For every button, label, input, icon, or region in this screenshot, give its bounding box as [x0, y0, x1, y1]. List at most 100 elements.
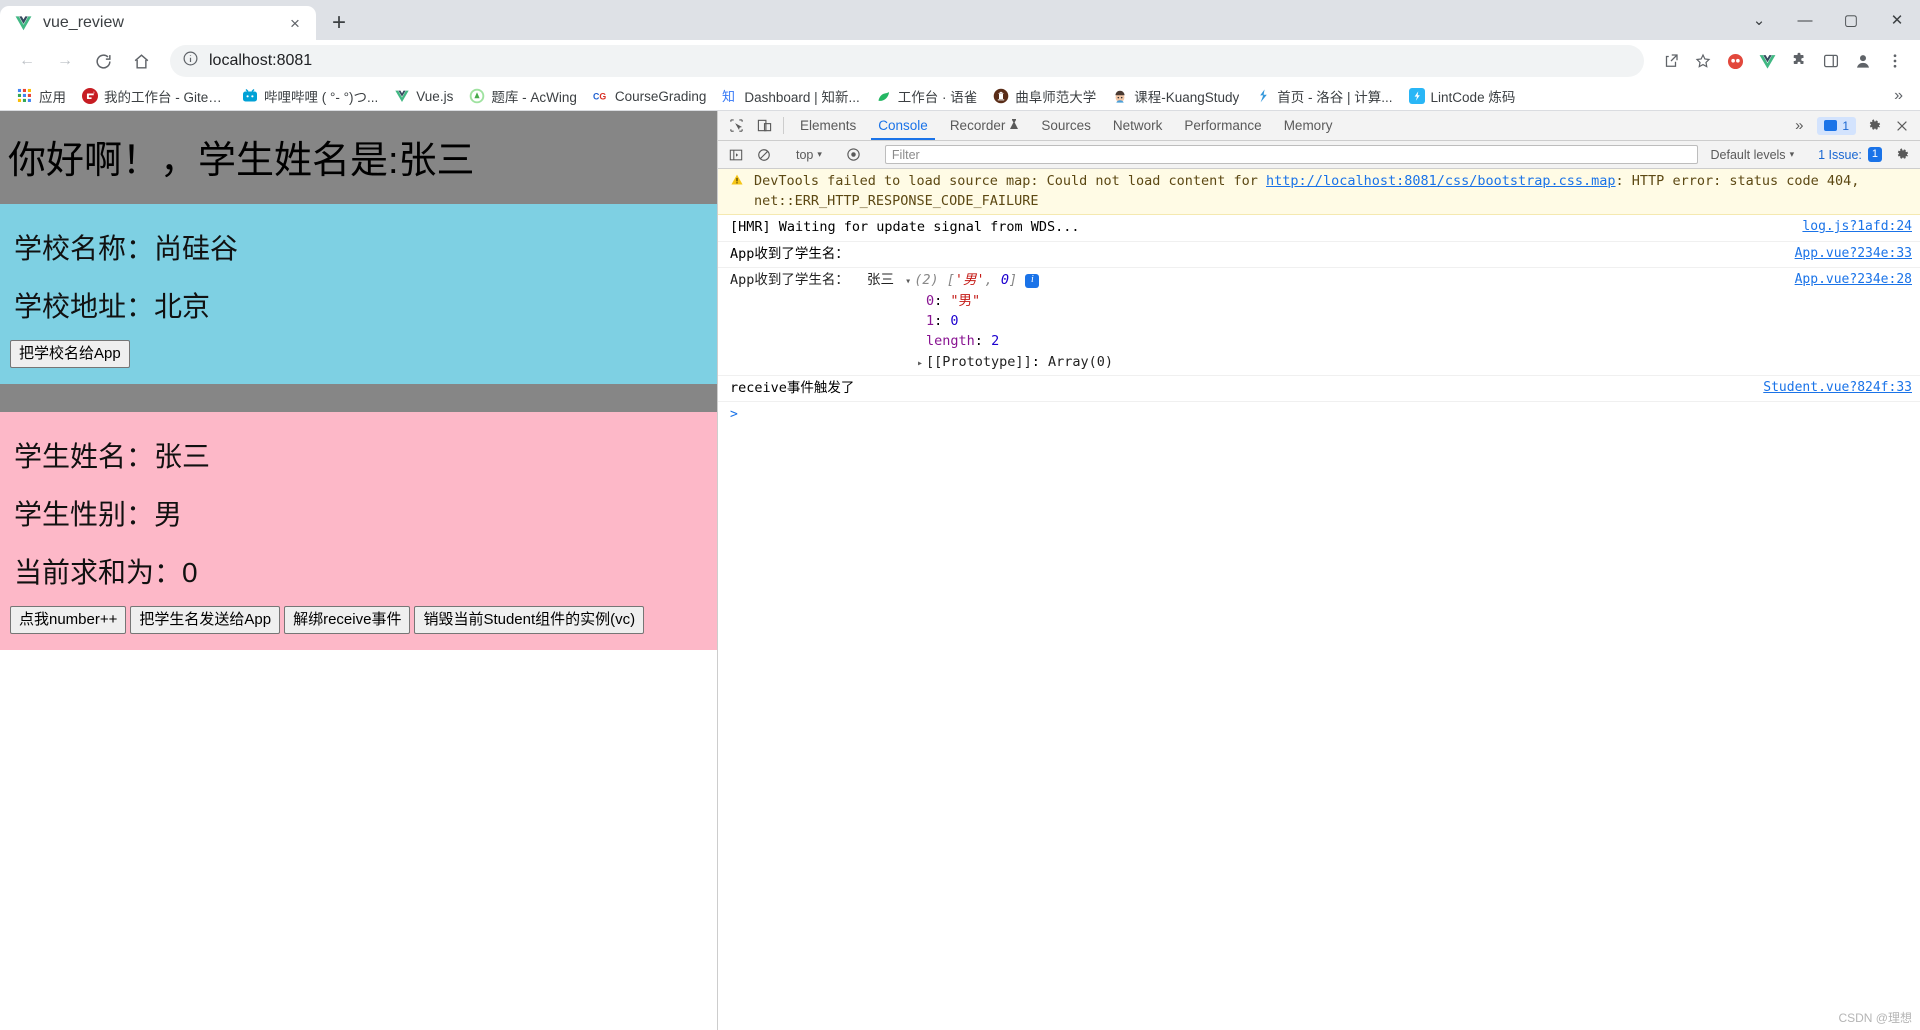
bookmark-apps[interactable]: 应用	[9, 83, 74, 109]
array-properties: 0: "男" 1: 0 length: 2 ▸ [[Prototype]]: Ar…	[730, 291, 1781, 372]
bookmark-dashboard[interactable]: 知 Dashboard | 知新...	[714, 83, 867, 109]
send-student-name-button[interactable]: 把学生名发送给App	[130, 606, 281, 634]
forward-icon[interactable]: →	[48, 44, 82, 78]
execution-context-selector[interactable]: top ▾	[789, 148, 829, 162]
tab-sources[interactable]: Sources	[1030, 111, 1102, 140]
card-divider	[0, 384, 717, 412]
info-badge-icon[interactable]: i	[1025, 273, 1040, 288]
close-icon[interactable]	[1888, 119, 1916, 133]
send-school-name-button[interactable]: 把学校名给App	[10, 340, 130, 368]
vue-devtools-icon[interactable]	[1752, 46, 1782, 76]
messages-count-chip[interactable]: 1	[1817, 116, 1856, 135]
bookmark-lintcode[interactable]: LintCode 炼码	[1401, 83, 1524, 109]
back-icon[interactable]: ←	[10, 44, 44, 78]
url-text[interactable]: localhost:8081	[209, 52, 312, 70]
array-count: (2)	[914, 272, 939, 289]
extensions-icon[interactable]	[1784, 46, 1814, 76]
bookmarks-overflow-button[interactable]: »	[1886, 87, 1911, 105]
increment-number-button[interactable]: 点我number++	[10, 606, 127, 634]
expand-caret-icon[interactable]: ▸	[917, 356, 923, 371]
log-source-link[interactable]: Student.vue?824f:33	[1763, 379, 1912, 398]
unbind-receive-event-button[interactable]: 解绑receive事件	[284, 606, 411, 634]
reload-icon[interactable]	[86, 44, 120, 78]
device-toolbar-icon[interactable]	[750, 111, 778, 140]
destroy-student-component-button[interactable]: 销毁当前Student组件的实例(vc)	[414, 606, 645, 634]
browser-tab[interactable]: vue_review ×	[0, 6, 316, 40]
log-levels-selector[interactable]: Default levels ▾	[1704, 148, 1802, 162]
web-page: 你好啊！，学生姓名是:张三 学校名称：尚硅谷 学校地址：北京 把学校名给App …	[0, 111, 717, 1030]
array-property: length: 2	[926, 331, 1781, 351]
more-tabs-icon[interactable]: »	[1785, 117, 1813, 134]
gear-icon[interactable]	[1860, 118, 1888, 133]
prop-key: 1	[926, 313, 935, 330]
bookmark-coursegrading[interactable]: C G CourseGrading	[585, 85, 715, 107]
expand-caret-icon[interactable]: ▾	[905, 275, 911, 290]
array-preview-item-0: '男'	[954, 272, 985, 289]
window-close-button[interactable]: ✕	[1874, 0, 1920, 40]
maximize-button[interactable]: ▢	[1828, 0, 1874, 40]
info-circle-icon[interactable]	[182, 50, 199, 72]
home-icon[interactable]	[124, 44, 158, 78]
tab-search-icon[interactable]: ⌄	[1736, 0, 1782, 40]
object-log-value: 张三	[867, 272, 895, 289]
tab-memory[interactable]: Memory	[1273, 111, 1344, 140]
adblock-icon[interactable]	[1720, 46, 1750, 76]
new-tab-button[interactable]: +	[322, 6, 356, 40]
address-bar[interactable]: localhost:8081	[170, 45, 1644, 77]
tab-performance[interactable]: Performance	[1173, 111, 1272, 140]
bookmark-gitee[interactable]: 我的工作台 - Gitee...	[74, 83, 234, 109]
devtools-tab-bar: Elements Console Recorder Sources Networ…	[718, 111, 1920, 141]
school-button-row: 把学校名给App	[10, 340, 707, 368]
profile-icon[interactable]	[1848, 46, 1878, 76]
bookmark-luogu[interactable]: 首页 - 洛谷 | 计算...	[1247, 83, 1400, 109]
console-prompt[interactable]: >	[718, 402, 1920, 427]
filter-input[interactable]	[884, 145, 1698, 164]
console-message-object[interactable]: App收到了学生名： 张三 ▾ (2) ['男', 0] i 0: "男" 1: …	[718, 268, 1920, 376]
lintcode-icon	[1408, 88, 1425, 104]
tab-label: Performance	[1184, 118, 1262, 133]
array-preview-open: [	[946, 272, 955, 289]
bookmark-label: 我的工作台 - Gitee...	[104, 90, 226, 105]
minimize-button[interactable]: —	[1782, 0, 1828, 40]
console-sidebar-icon[interactable]	[722, 148, 750, 162]
tab-label: Sources	[1041, 118, 1091, 133]
student-name-row: 学生姓名：张三	[14, 441, 211, 472]
bookmark-qfnu[interactable]: 曲阜师范大学	[985, 83, 1104, 109]
console-message-log[interactable]: [HMR] Waiting for update signal from WDS…	[718, 215, 1920, 242]
console-message-log[interactable]: receive事件触发了 Student.vue?824f:33	[718, 376, 1920, 403]
array-preview-comma: ,	[984, 272, 1001, 289]
more-icon[interactable]	[1880, 46, 1910, 76]
warning-text: DevTools failed to load source map: Coul…	[754, 172, 1912, 211]
bookmark-bilibili[interactable]: 哔哩哔哩 ( °- °)つ...	[234, 83, 386, 109]
share-icon[interactable]	[1656, 46, 1686, 76]
live-expression-eye-icon[interactable]	[840, 147, 868, 162]
console-messages[interactable]: DevTools failed to load source map: Coul…	[718, 169, 1920, 1030]
array-property: 1: 0	[926, 311, 1781, 331]
close-icon[interactable]: ×	[284, 12, 306, 34]
prop-sep: :	[934, 292, 943, 309]
tab-elements[interactable]: Elements	[789, 111, 867, 140]
bookmark-vuejs[interactable]: Vue.js	[386, 85, 461, 107]
log-source-link[interactable]: App.vue?234e:28	[1795, 271, 1912, 290]
tab-network[interactable]: Network	[1102, 111, 1174, 140]
log-source-link[interactable]: App.vue?234e:33	[1795, 245, 1912, 264]
bookmark-kuangstudy[interactable]: 课程-KuangStudy	[1104, 83, 1247, 109]
qfnu-icon	[993, 88, 1009, 104]
issues-chip[interactable]: 1 Issue: 1	[1812, 146, 1888, 163]
luogu-icon	[1255, 88, 1271, 104]
clear-console-icon[interactable]	[750, 148, 778, 162]
bookmark-yuque[interactable]: 工作台 · 语雀	[868, 83, 986, 109]
star-icon[interactable]	[1688, 46, 1718, 76]
log-source-link[interactable]: log.js?1afd:24	[1802, 218, 1912, 237]
console-message-warning[interactable]: DevTools failed to load source map: Coul…	[718, 169, 1920, 216]
inspect-element-icon[interactable]	[722, 111, 750, 140]
array-property: ▸ [[Prototype]]: Array(0)	[914, 352, 1781, 372]
bookmark-acwing[interactable]: 题库 - AcWing	[461, 83, 585, 109]
tab-recorder[interactable]: Recorder	[939, 111, 1031, 140]
sourcemap-link[interactable]: http://localhost:8081/css/bootstrap.css.…	[1266, 173, 1616, 189]
console-message-log[interactable]: App收到了学生名： App.vue?234e:33	[718, 242, 1920, 269]
tab-console[interactable]: Console	[867, 111, 939, 140]
side-panel-icon[interactable]	[1816, 46, 1846, 76]
messages-count: 1	[1842, 118, 1849, 133]
console-settings-gear-icon[interactable]	[1888, 147, 1916, 162]
